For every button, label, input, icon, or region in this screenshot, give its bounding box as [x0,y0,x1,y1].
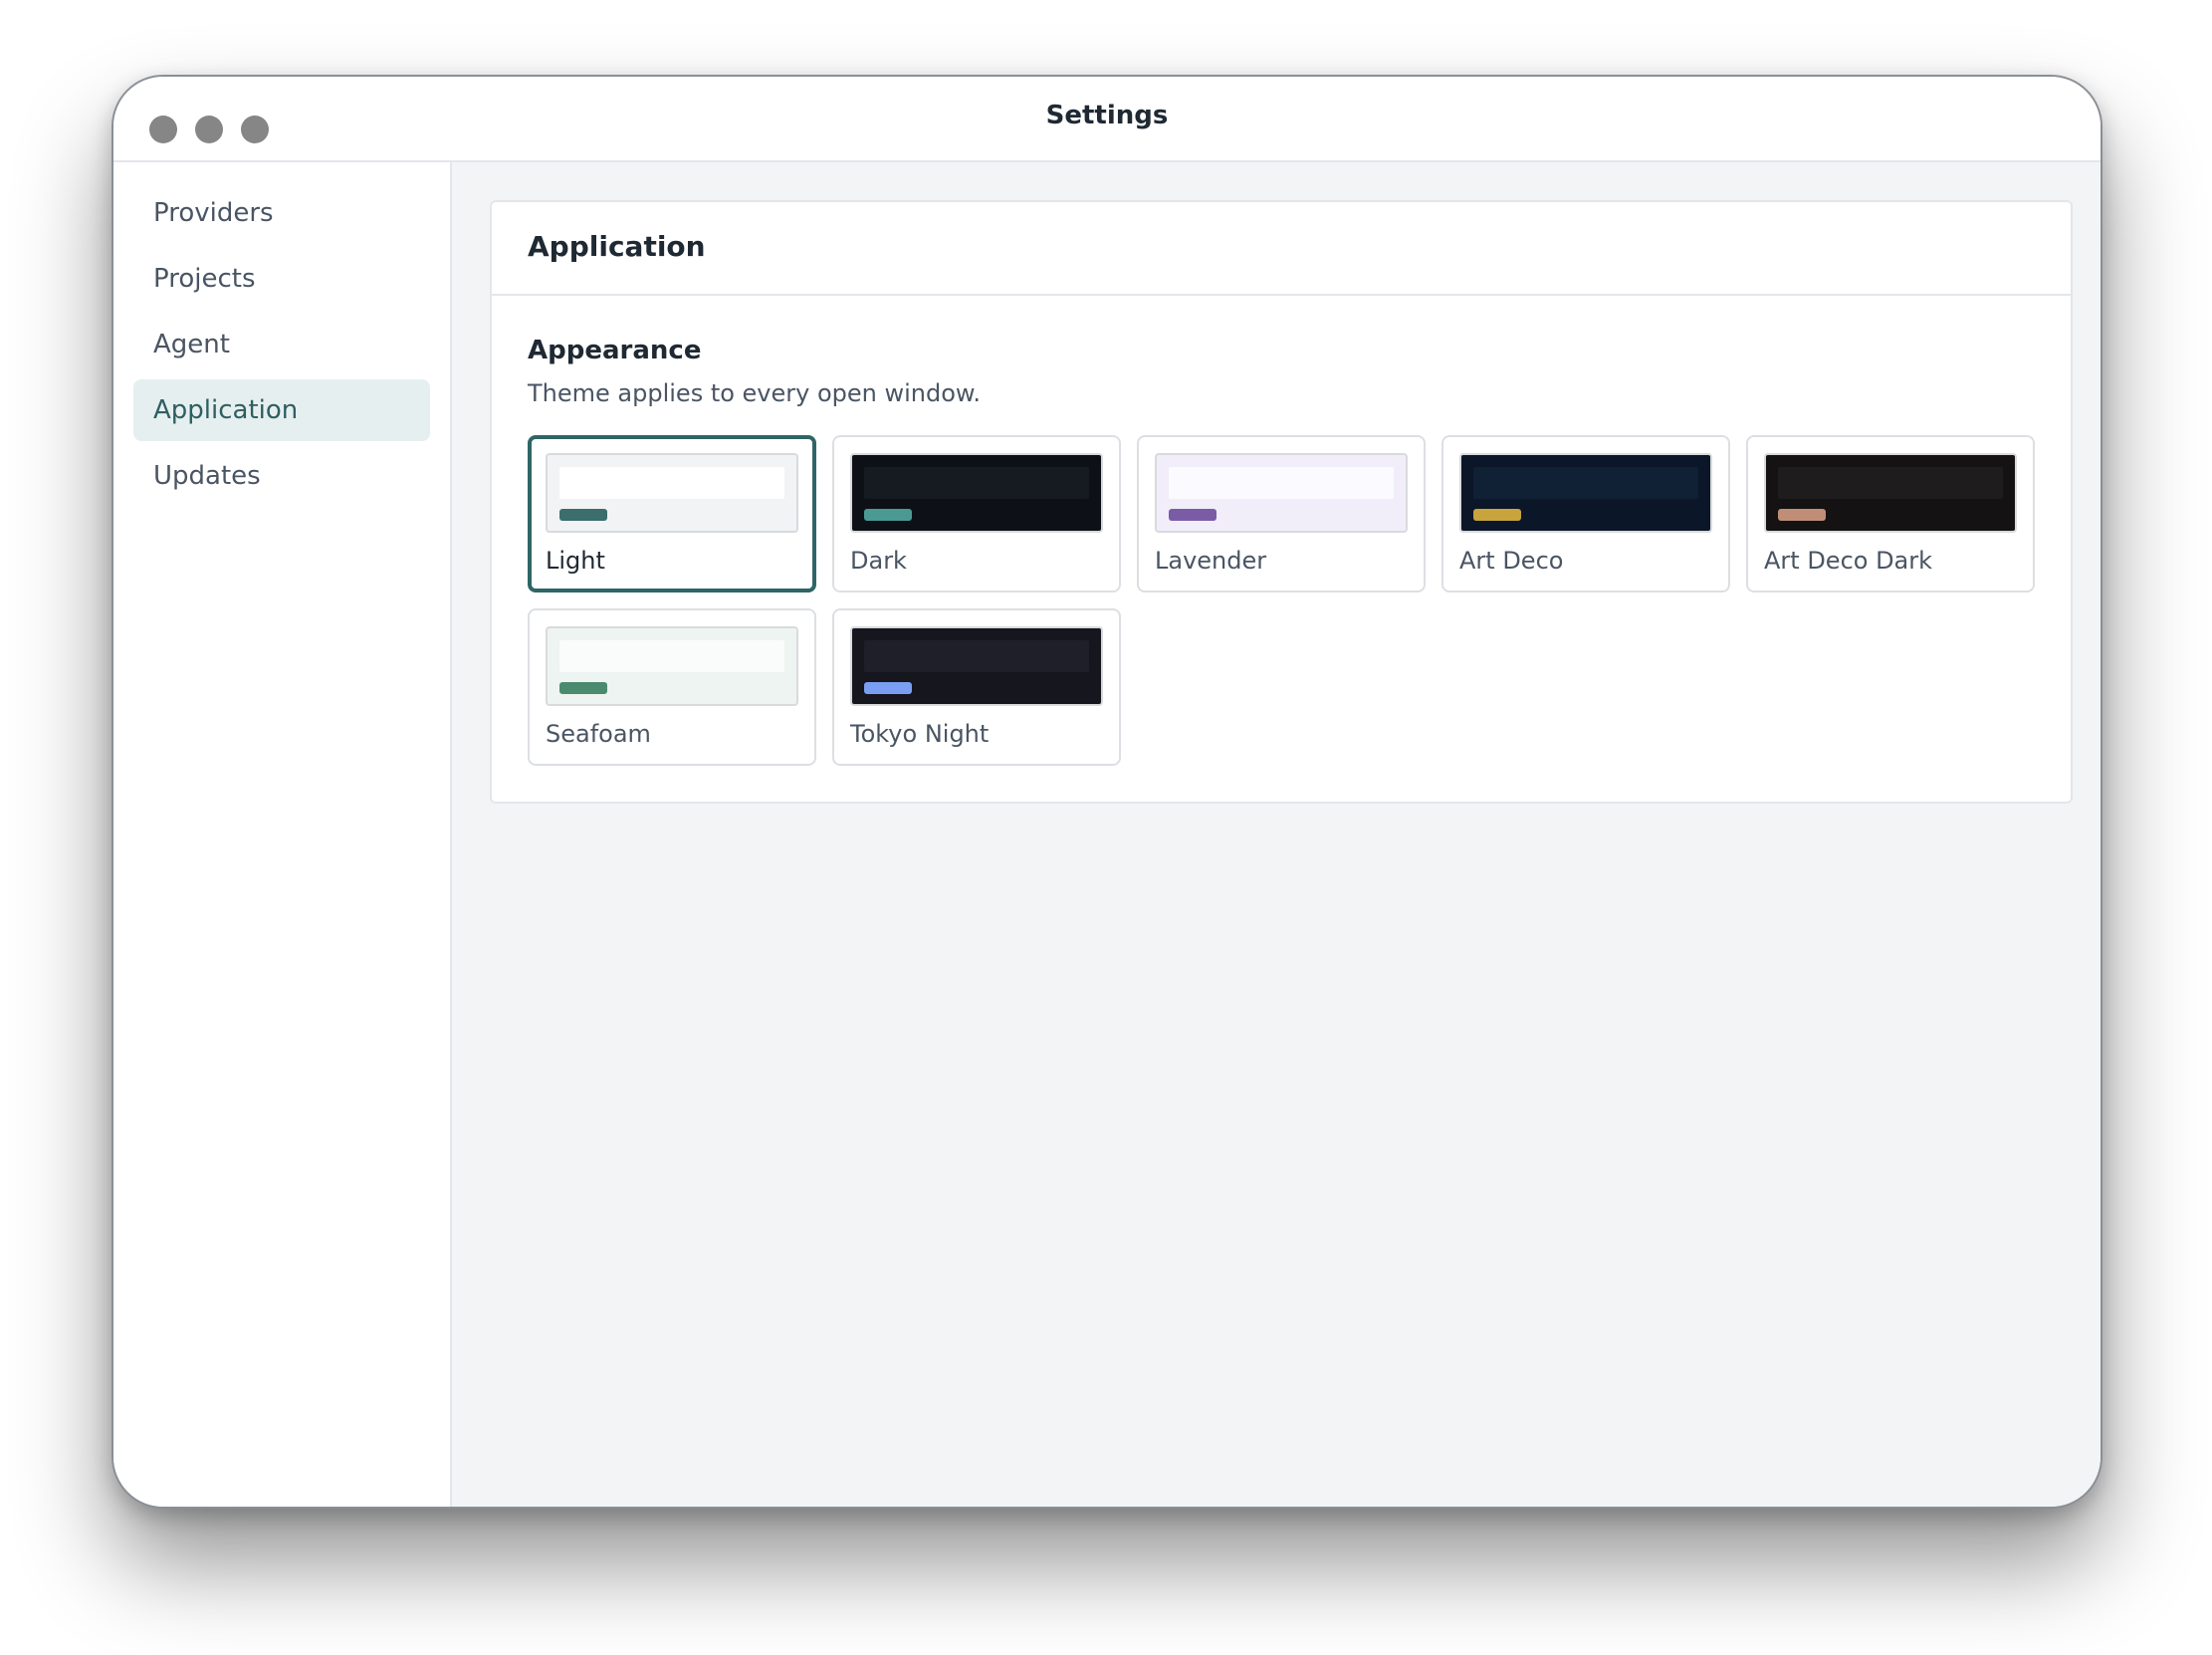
panel-header: Application [492,202,2071,296]
theme-label: Tokyo Night [850,720,990,748]
theme-preview [546,453,798,533]
theme-label: Seafoam [546,720,651,748]
sidebar-item-providers[interactable]: Providers [133,182,430,244]
theme-preview-accent [1169,509,1217,521]
theme-label: Dark [850,547,907,575]
theme-preview-bar [864,467,1089,499]
sidebar-item-application[interactable]: Application [133,379,430,441]
theme-preview-bar [559,640,784,672]
theme-card-light[interactable]: Light [528,435,816,592]
sidebar-item-agent[interactable]: Agent [133,314,430,375]
theme-preview [546,626,798,706]
theme-preview-accent [559,509,607,521]
theme-preview-bar [1778,467,2003,499]
theme-label: Art Deco [1459,547,1564,575]
sidebar: Providers Projects Agent Application Upd… [113,162,452,1507]
appearance-description: Theme applies to every open window. [528,379,981,407]
theme-preview-bar [559,467,784,499]
main-content: Application Appearance Theme applies to … [452,162,2101,1507]
theme-label: Lavender [1155,547,1267,575]
theme-preview-bar [1473,467,1698,499]
theme-card-dark[interactable]: Dark [832,435,1121,592]
settings-window: Settings Providers Projects Agent Applic… [111,75,2102,1509]
theme-preview-bar [864,640,1089,672]
theme-preview-bar [1169,467,1394,499]
window-title: Settings [1045,101,1169,130]
theme-preview-accent [1473,509,1521,521]
panel-title: Application [528,230,706,263]
theme-preview-accent [864,682,912,694]
theme-card-tokyo-night[interactable]: Tokyo Night [832,608,1121,766]
theme-preview [850,626,1103,706]
theme-card-lavender[interactable]: Lavender [1137,435,1426,592]
theme-preview-accent [1778,509,1826,521]
appearance-heading: Appearance [528,336,702,365]
sidebar-item-projects[interactable]: Projects [133,248,430,310]
theme-preview [1459,453,1712,533]
theme-preview-accent [864,509,912,521]
theme-card-art-deco-dark[interactable]: Art Deco Dark [1746,435,2035,592]
theme-card-seafoam[interactable]: Seafoam [528,608,816,766]
theme-preview [850,453,1103,533]
theme-preview-accent [559,682,607,694]
application-panel: Application Appearance Theme applies to … [490,200,2073,804]
theme-card-art-deco[interactable]: Art Deco [1441,435,1730,592]
theme-label: Light [546,547,605,575]
theme-preview [1764,453,2017,533]
sidebar-item-updates[interactable]: Updates [133,445,430,507]
theme-preview [1155,453,1408,533]
title-bar: Settings [113,77,2101,162]
theme-label: Art Deco Dark [1764,547,1933,575]
